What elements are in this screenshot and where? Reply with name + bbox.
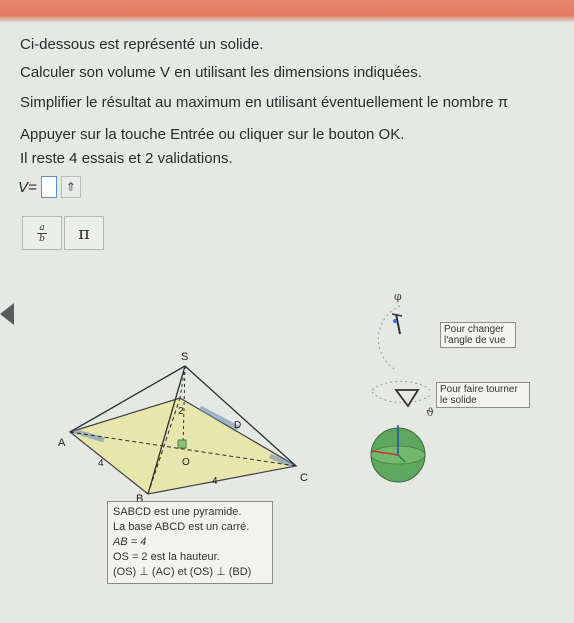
rotate-handle[interactable] bbox=[394, 389, 420, 408]
pyramid-figure: S A B C D O 2 4 4 φ ϑ bbox=[58, 290, 434, 505]
vertex-s-label: S bbox=[181, 351, 188, 363]
rotate-tooltip: Pour faire tourner le solide bbox=[436, 382, 530, 408]
side-ab-length-label: 4 bbox=[98, 458, 104, 469]
caption-line-5: (OS) ⊥ (AC) et (OS) ⊥ (BD) bbox=[113, 566, 252, 578]
caption-line-4: OS = 2 est la hauteur. bbox=[113, 551, 220, 563]
phi-label: φ bbox=[394, 290, 402, 303]
theta-label: ϑ bbox=[426, 406, 434, 419]
vertex-d-label: D bbox=[234, 420, 241, 431]
caption-line-1: SABCD est une pyramide. bbox=[113, 506, 242, 518]
caption-line-3: AB = 4 bbox=[113, 536, 147, 548]
height-length-label: 2 bbox=[178, 406, 184, 417]
caption-line-2: La base ABCD est un carré. bbox=[113, 521, 250, 533]
vertex-c-label: C bbox=[300, 472, 308, 484]
view-angle-handle[interactable] bbox=[395, 313, 401, 335]
vertex-a-label: A bbox=[58, 437, 66, 449]
side-bc-length-label: 4 bbox=[212, 476, 218, 487]
change-view-tooltip: Pour changer l'angle de vue bbox=[440, 322, 516, 348]
center-o-label: O bbox=[182, 457, 190, 468]
figure-caption: SABCD est une pyramide. La base ABCD est… bbox=[107, 501, 273, 584]
